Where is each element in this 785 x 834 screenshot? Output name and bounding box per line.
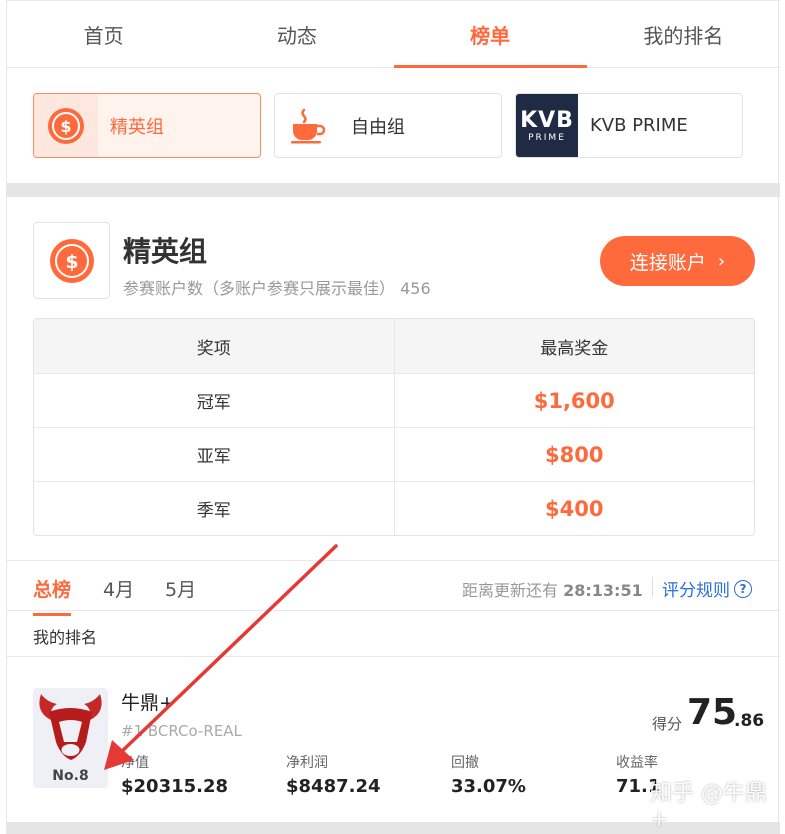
divider: [652, 577, 653, 597]
stat-drawdown: 回撤 33.07%: [451, 752, 526, 797]
tab-leaderboard[interactable]: 榜单: [393, 1, 588, 68]
connect-account-label: 连接账户: [629, 251, 706, 274]
column-header-award: 奖项: [196, 338, 231, 359]
tab-my-ranking[interactable]: 我的排名: [587, 1, 780, 67]
prize-amount: $1,600: [393, 374, 755, 427]
group-label: KVB PRIME: [590, 115, 688, 136]
award-place: 亚军: [196, 447, 231, 467]
table-header-row: 奖项 最高奖金: [34, 319, 754, 373]
column-header-max-prize: 最高奖金: [393, 319, 755, 373]
scoring-rules-link[interactable]: 评分规则 ?: [662, 576, 752, 601]
dollar-coin-icon: $: [34, 94, 98, 157]
svg-text:$: $: [65, 251, 78, 273]
stat-net-profit: 净利润 $8487.24: [286, 752, 381, 797]
participant-count-value: 456: [400, 279, 431, 298]
divider: [7, 656, 780, 657]
table-row: 亚军 $800: [34, 427, 754, 481]
participant-count-label: 参赛账户数（多账户参赛只展示最佳）: [123, 279, 396, 298]
top-nav: 首页 动态 榜单 我的排名: [7, 0, 780, 68]
award-place: 冠军: [196, 393, 231, 413]
group-kvb-prime[interactable]: KVB PRIME KVB PRIME: [515, 93, 743, 158]
stat-label: 净利润: [286, 755, 328, 771]
table-row: 冠军 $1,600: [34, 373, 754, 427]
table-row: 季军 $400: [34, 481, 754, 535]
stat-label: 收益率: [616, 755, 658, 771]
section-divider: [7, 183, 780, 197]
tab-feed[interactable]: 动态: [200, 1, 393, 67]
tab-overall[interactable]: 总榜: [33, 575, 72, 616]
group-selector: $ 精英组 自由组 KVB PRIME KVB PRIME: [33, 93, 755, 158]
svg-text:$: $: [60, 117, 71, 136]
avatar[interactable]: No.8: [33, 688, 108, 788]
prize-table: 奖项 最高奖金 冠军 $1,600 亚军 $800 季军 $400: [33, 318, 755, 536]
score-integer: 75: [687, 692, 738, 733]
participant-count: 参赛账户数（多账户参赛只展示最佳） 456: [123, 275, 431, 299]
update-countdown: 距离更新还有 28:13:51: [462, 577, 643, 601]
app-frame: 首页 动态 榜单 我的排名 $ 精英组 自由组 KVB PRIME KVB PR…: [6, 0, 780, 834]
group-elite[interactable]: $ 精英组: [33, 93, 261, 158]
scoring-rules-label: 评分规则: [662, 581, 730, 601]
kvb-prime-logo: KVB PRIME: [516, 94, 578, 157]
score-decimal: .86: [734, 711, 765, 731]
prize-amount: $800: [393, 428, 755, 481]
tab-april[interactable]: 4月: [103, 575, 134, 602]
account-id: #1 BCRCo-REAL: [121, 722, 242, 740]
chevron-right-icon: ›: [717, 250, 726, 272]
group-label: 精英组: [110, 116, 164, 138]
tab-may[interactable]: 5月: [165, 575, 196, 602]
stat-value: $20315.28: [121, 776, 229, 797]
countdown-label: 距离更新还有: [462, 581, 559, 600]
stat-value: $8487.24: [286, 776, 381, 797]
group-label: 自由组: [351, 116, 405, 138]
stat-label: 净值: [121, 755, 149, 771]
stat-value: 33.07%: [451, 776, 526, 797]
group-title: 精英组: [123, 235, 208, 268]
coffee-cup-icon: [275, 94, 339, 157]
stat-label: 回撤: [451, 755, 479, 771]
elite-icon: $: [33, 222, 110, 299]
tab-home[interactable]: 首页: [7, 1, 200, 67]
ranking-tabs: 总榜 4月 5月 距离更新还有 28:13:51 评分规则 ?: [7, 560, 780, 616]
help-icon: ?: [734, 579, 752, 598]
watermark: 知乎 @牛鼎+: [650, 781, 767, 832]
my-ranking-heading: 我的排名: [33, 628, 98, 647]
stat-net-value: 净值 $20315.28: [121, 752, 228, 797]
connect-account-button[interactable]: 连接账户 ›: [600, 236, 755, 286]
group-free[interactable]: 自由组: [274, 93, 502, 158]
score-label: 得分: [652, 715, 683, 733]
bull-logo-icon: [39, 694, 102, 760]
prize-amount: $400: [393, 482, 755, 535]
countdown-value: 28:13:51: [563, 581, 643, 600]
user-name: 牛鼎+: [121, 692, 175, 714]
rank-badge: No.8: [52, 768, 89, 784]
award-place: 季军: [196, 501, 231, 521]
